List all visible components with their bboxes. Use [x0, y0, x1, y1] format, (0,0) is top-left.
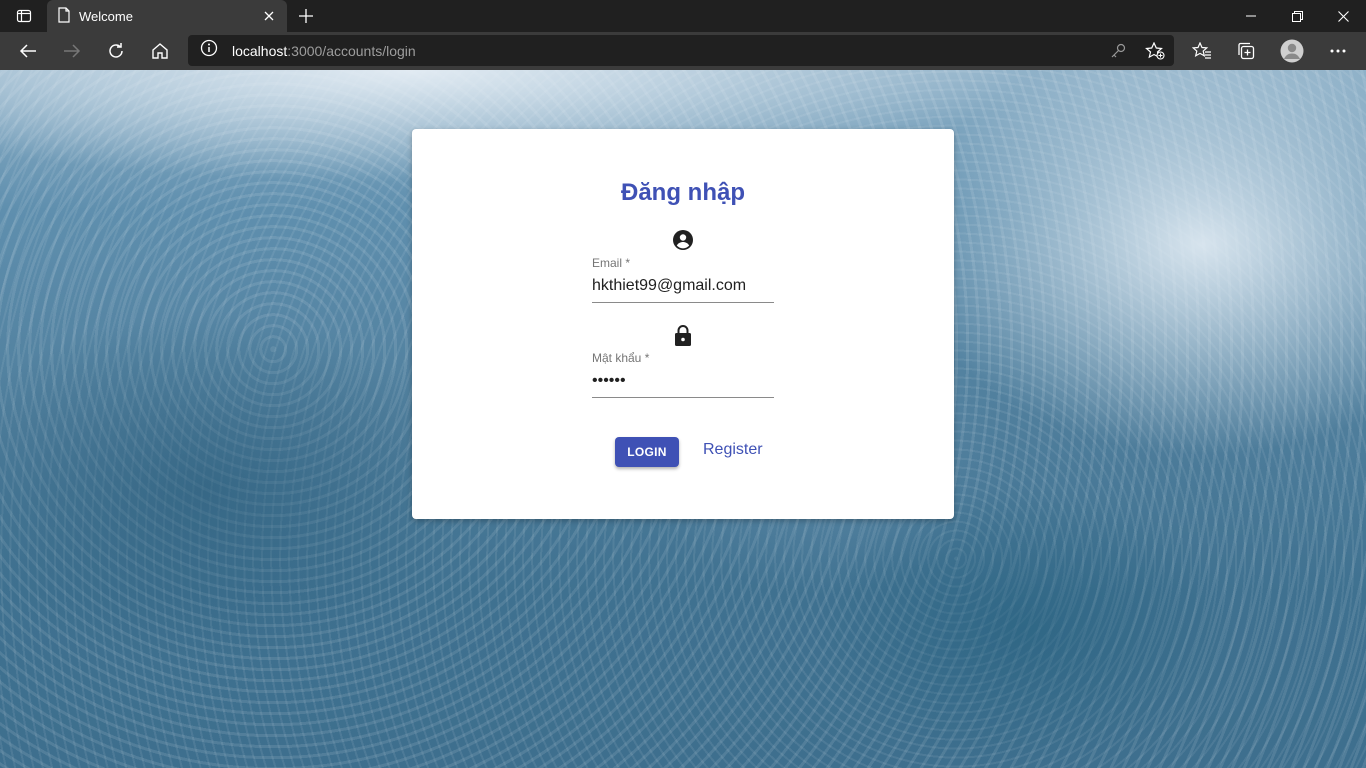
home-icon[interactable] — [144, 36, 176, 66]
account-circle-icon — [673, 229, 693, 251]
email-field: Email * — [592, 256, 774, 303]
close-window-icon[interactable] — [1320, 0, 1366, 32]
page-title: Đăng nhập — [621, 179, 745, 206]
password-label: Mật khẩu * — [592, 351, 650, 365]
forward-icon[interactable] — [56, 36, 88, 66]
password-input[interactable] — [592, 367, 774, 398]
address-bar[interactable]: localhost:3000/accounts/login — [188, 35, 1174, 66]
email-input[interactable] — [592, 272, 774, 303]
lock-icon — [673, 324, 693, 346]
tab-title: Welcome — [79, 8, 133, 24]
refresh-icon[interactable] — [100, 36, 132, 66]
favorites-icon[interactable] — [1186, 36, 1218, 66]
url-path: :3000/accounts/login — [287, 42, 416, 59]
url-text[interactable]: localhost:3000/accounts/login — [232, 43, 416, 59]
site-info-icon[interactable] — [200, 39, 218, 62]
add-favorite-icon[interactable] — [1143, 39, 1167, 63]
tab-actions-icon[interactable] — [10, 6, 38, 26]
password-field: Mật khẩu * — [592, 351, 774, 398]
restore-icon[interactable] — [1274, 0, 1320, 32]
collections-icon[interactable] — [1230, 36, 1262, 66]
tab-strip: Welcome — [0, 0, 1366, 32]
login-card: Đăng nhập Email * Mật khẩu * LOGIN Regis… — [412, 129, 954, 519]
browser-toolbar: localhost:3000/accounts/login — [0, 32, 1366, 70]
url-host: localhost — [232, 42, 288, 59]
browser-chrome: Welcome localhost:3000/accounts/login — [0, 0, 1366, 70]
ocean-background: Đăng nhập Email * Mật khẩu * LOGIN Regis… — [0, 70, 1366, 768]
more-icon[interactable] — [1322, 36, 1354, 66]
close-tab-icon[interactable] — [261, 8, 277, 24]
login-button[interactable]: LOGIN — [615, 437, 679, 467]
email-label: Email * — [592, 256, 631, 270]
page-icon — [57, 6, 71, 26]
minimize-icon[interactable] — [1228, 0, 1274, 32]
tab-welcome[interactable]: Welcome — [47, 0, 287, 32]
new-tab-icon[interactable] — [294, 4, 318, 28]
back-icon[interactable] — [12, 36, 44, 66]
key-icon[interactable] — [1106, 39, 1130, 63]
register-link[interactable]: Register — [703, 441, 763, 459]
profile-avatar-icon[interactable] — [1276, 36, 1308, 66]
